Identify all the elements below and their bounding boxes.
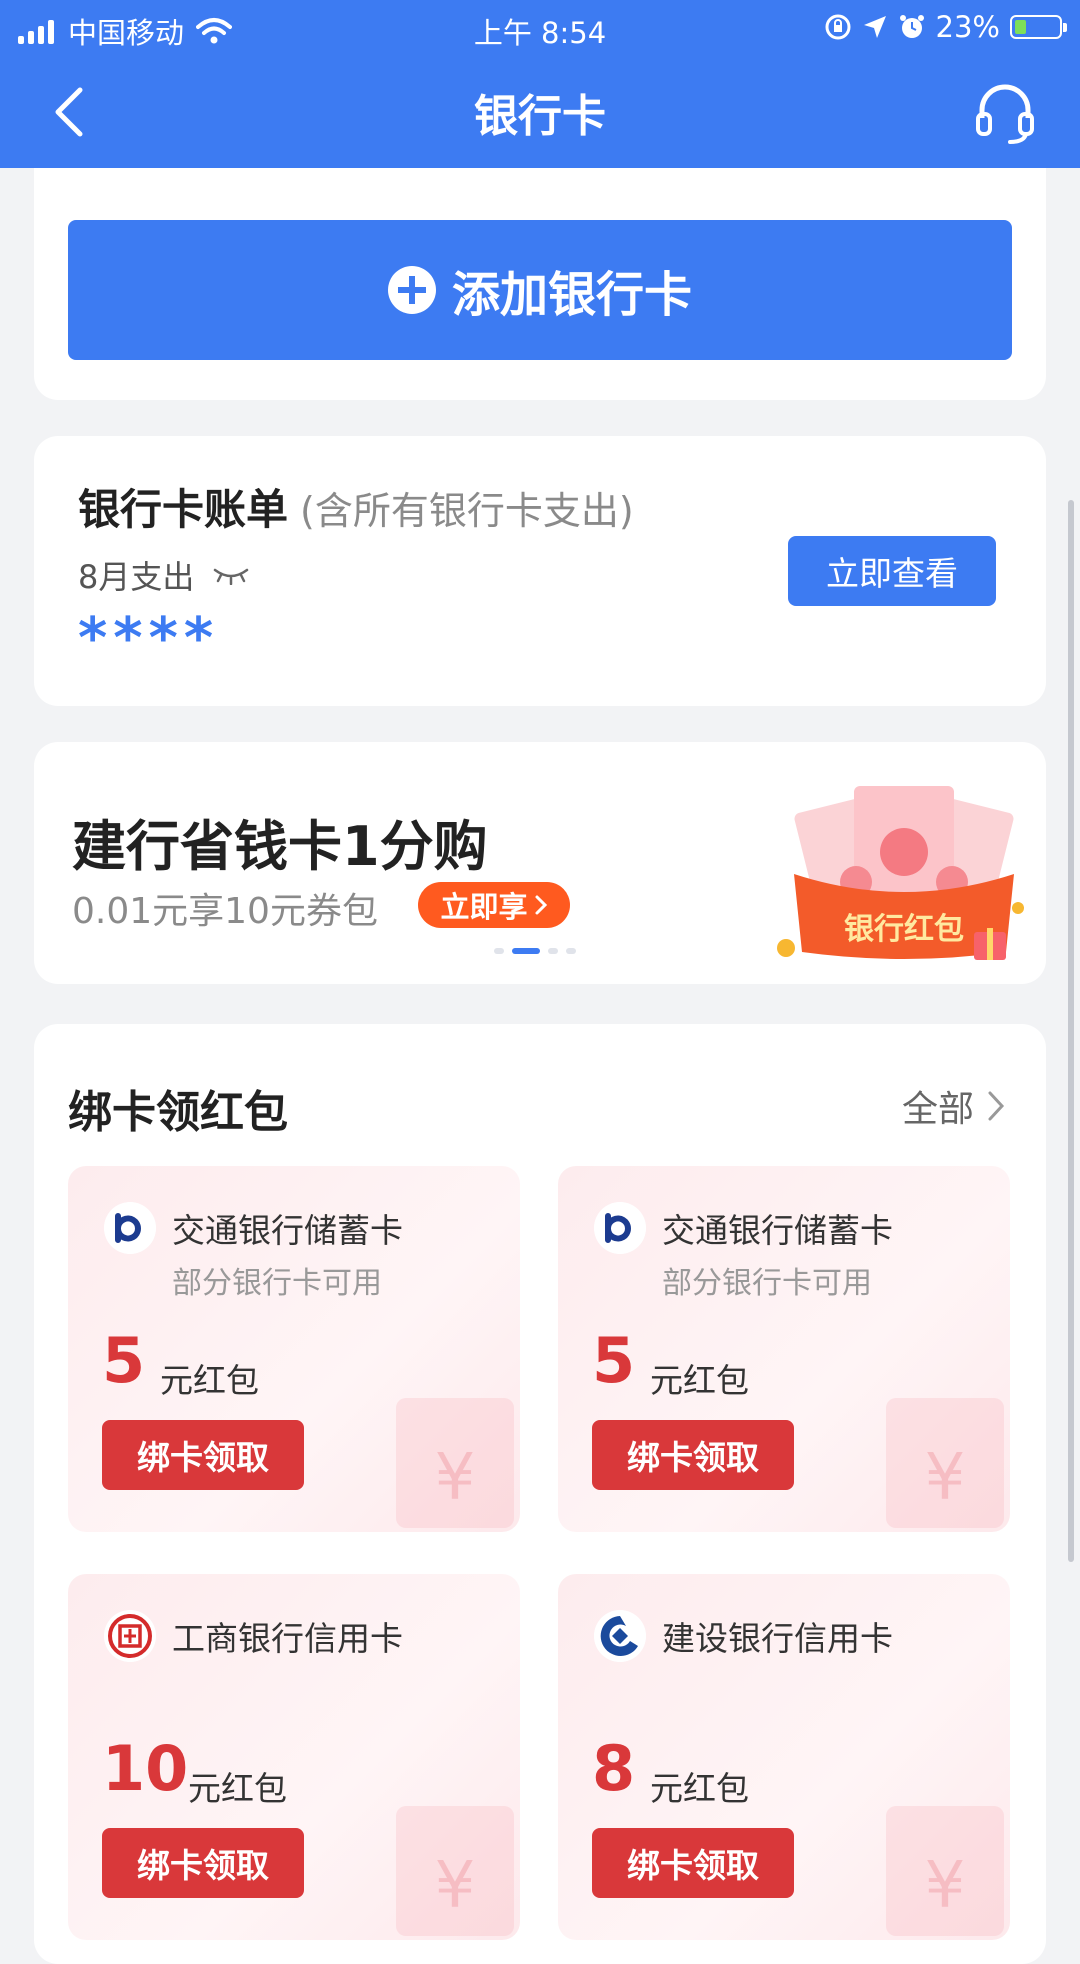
add-bank-card-label: 添加银行卡 [451,267,692,323]
carousel-indicator [494,948,576,954]
promo-enjoy-label: 立即享 [440,890,528,924]
promo-title: 建行省钱卡1分购 [72,815,488,878]
rewards-all-label: 全部 [901,1089,974,1130]
chevron-right-icon [988,1091,1005,1121]
battery-percent: 23% [935,10,1000,44]
status-bar: 中国移动 上午 8:54 23% [0,0,1080,56]
reward-item: 建设银行信用卡 8 元红包 绑卡领取 ¥ [558,1574,1010,1940]
reward-item: 工商银行信用卡 10 元红包 绑卡领取 ¥ [68,1574,520,1940]
reward-unit: 元红包 [160,1361,259,1400]
reward-amount: 8 [592,1732,636,1805]
reward-unit: 元红包 [188,1769,287,1808]
bill-title-text: 银行卡账单 [78,485,289,534]
icbc-logo-icon [104,1610,156,1662]
bocom-logo-icon [594,1202,646,1254]
plus-circle-icon [387,266,436,314]
carousel-dot [548,948,558,954]
bill-note: (含所有银行卡支出) [300,489,634,533]
add-bank-card-button[interactable]: 添加银行卡 [68,220,1012,360]
carousel-dot [566,948,576,954]
promo-subtitle: 0.01元享10元券包 [72,891,378,932]
chevron-right-icon [535,895,547,915]
orientation-lock-icon [825,14,851,40]
view-bill-button[interactable]: 立即查看 [788,536,996,606]
battery-charging-icon [1010,15,1067,39]
yen-decoration: ¥ [886,1398,1004,1528]
bank-note: 部分银行卡可用 [662,1266,872,1301]
bocom-logo-icon [104,1202,156,1254]
claim-reward-button[interactable]: 绑卡领取 [102,1420,304,1490]
reward-item: 交通银行储蓄卡 部分银行卡可用 5 元红包 绑卡领取 ¥ [68,1166,520,1532]
rewards-section: 绑卡领红包 全部 交通银行储蓄卡 部分银行卡可用 5 元红包 绑卡领取 ¥ 交通… [34,1024,1046,1964]
bank-name: 工商银行信用卡 [172,1619,403,1658]
add-card-section: 添加银行卡 [34,168,1046,400]
bill-card: 银行卡账单 (含所有银行卡支出) 8月支出 **** 立即查看 [34,436,1046,706]
status-right: 23% [824,10,1067,44]
bill-month-label: 8月支出 [78,558,195,596]
reward-unit: 元红包 [650,1769,749,1808]
rewards-title: 绑卡领红包 [68,1087,288,1138]
bank-note: 部分银行卡可用 [172,1266,382,1301]
claim-reward-button[interactable]: 绑卡领取 [102,1828,304,1898]
reward-amount: 5 [592,1324,636,1397]
scrollbar-thumb[interactable] [1068,500,1074,1562]
alarm-icon [899,15,924,38]
claim-reward-button[interactable]: 绑卡领取 [592,1420,794,1490]
bill-amount-masked: **** [78,606,220,671]
headset-icon[interactable] [970,78,1040,148]
bank-name: 建设银行信用卡 [662,1619,893,1658]
location-icon [863,16,886,38]
yen-decoration: ¥ [396,1806,514,1936]
bank-name: 交通银行储蓄卡 [172,1211,403,1250]
reward-item: 交通银行储蓄卡 部分银行卡可用 5 元红包 绑卡领取 ¥ [558,1166,1010,1532]
page-title: 银行卡 [474,91,606,142]
reward-unit: 元红包 [650,1361,749,1400]
carousel-dot [494,948,504,954]
yen-decoration: ¥ [396,1398,514,1528]
bill-month: 8月支出 [78,552,250,598]
bank-name: 交通银行储蓄卡 [662,1211,893,1250]
claim-reward-button[interactable]: 绑卡领取 [592,1828,794,1898]
red-envelope-illustration: 银行红包 [774,782,1034,972]
reward-amount: 10 [102,1732,189,1805]
yen-decoration: ¥ [886,1806,1004,1936]
reward-amount: 5 [102,1324,146,1397]
carousel-dot-active [512,948,540,954]
eye-closed-icon[interactable] [212,565,250,585]
nav-bar: 银行卡 [0,56,1080,168]
promo-banner[interactable]: 建行省钱卡1分购 0.01元享10元券包 立即享 银行红包 [34,742,1046,984]
ccb-logo-icon [594,1610,646,1662]
bill-title: 银行卡账单 (含所有银行卡支出) [78,476,634,537]
red-envelope-label: 银行红包 [844,912,964,947]
promo-enjoy-button[interactable]: 立即享 [418,882,570,928]
rewards-all-link[interactable]: 全部 [902,1080,1006,1132]
